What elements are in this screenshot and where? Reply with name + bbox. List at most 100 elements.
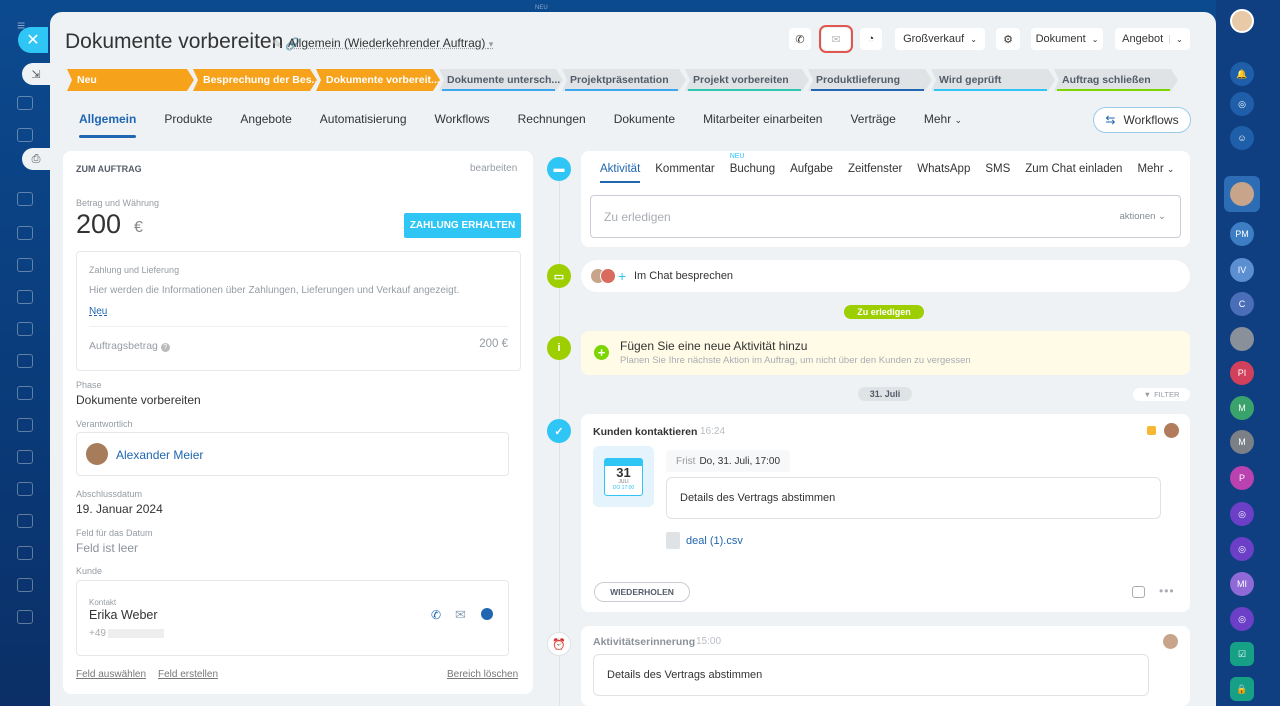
chat-avatar-1[interactable] bbox=[1230, 182, 1254, 206]
status-flag bbox=[1147, 426, 1156, 435]
info-icon: i bbox=[547, 336, 571, 360]
sign-icon[interactable] bbox=[17, 514, 33, 528]
tab-produkte[interactable]: Produkte bbox=[164, 112, 212, 132]
chat-avatar-m2[interactable]: M bbox=[1230, 430, 1254, 454]
todo-input[interactable]: Zu erledigen aktionen ⌄ bbox=[590, 195, 1181, 238]
contact-call-icon[interactable]: ✆ bbox=[431, 608, 441, 622]
document-icon[interactable] bbox=[17, 192, 33, 206]
print-tab[interactable]: ⎙ bbox=[22, 148, 50, 170]
tab-allgemein[interactable]: Allgemein bbox=[79, 112, 137, 138]
messenger-icon[interactable]: ☺ bbox=[1230, 126, 1254, 150]
filter-icon[interactable] bbox=[17, 418, 33, 432]
ttab-whatsapp[interactable]: WhatsApp bbox=[917, 163, 970, 175]
chat-avatar-m1[interactable]: M bbox=[1230, 396, 1254, 420]
chat-avatar-pm[interactable]: PM bbox=[1230, 222, 1254, 246]
contact-chat-icon[interactable] bbox=[481, 608, 493, 620]
ttab-aufgabe[interactable]: Aufgabe bbox=[790, 163, 833, 175]
payment-received-button[interactable]: ZAHLUNG ERHALTEN bbox=[404, 213, 521, 238]
repeat-button[interactable]: WIEDERHOLEN bbox=[594, 582, 690, 602]
notifications-icon[interactable]: 🔔 bbox=[1230, 62, 1254, 86]
shop-icon[interactable] bbox=[17, 450, 33, 464]
contact-label: Kontakt bbox=[89, 598, 117, 607]
ttab-zeitfenster[interactable]: Zeitfenster bbox=[848, 163, 902, 175]
description-box[interactable]: Details des Vertrags abstimmen bbox=[666, 477, 1161, 519]
ttab-aktivitaet[interactable]: Aktivität bbox=[600, 163, 641, 183]
amount-value: 200 bbox=[76, 209, 122, 239]
chat-icon[interactable] bbox=[17, 290, 33, 304]
task-icon[interactable]: ☑ bbox=[1230, 642, 1254, 666]
channel-icon-2[interactable]: ◎ bbox=[1230, 537, 1254, 561]
activity-title[interactable]: Kunden kontaktieren bbox=[593, 426, 697, 438]
activity-icon[interactable] bbox=[17, 96, 33, 110]
responsible-name[interactable]: Alexander Meier bbox=[116, 448, 203, 462]
chat-avatars: + bbox=[590, 268, 626, 289]
section-header: ZUM AUFTRAG bbox=[76, 164, 142, 174]
stage-1[interactable]: Neu bbox=[67, 69, 194, 91]
tab-workflows[interactable]: Workflows bbox=[435, 112, 490, 132]
minimize-tab[interactable]: ⇲ bbox=[22, 63, 50, 85]
stage-2[interactable]: Besprechung der Bes... bbox=[193, 69, 317, 91]
settings-icon[interactable] bbox=[17, 482, 33, 496]
payment-box: Zahlung und Lieferung Hier werden die In… bbox=[76, 251, 521, 371]
close-slider-button[interactable]: ✕ bbox=[18, 27, 48, 53]
ttab-mehr[interactable]: Mehr ⌄ bbox=[1137, 163, 1174, 175]
edit-link[interactable]: bearbeiten bbox=[470, 163, 517, 174]
clear-area-link[interactable]: Bereich löschen bbox=[447, 669, 518, 680]
calendar-widget: 31 JULI DO 17:00 bbox=[593, 446, 654, 507]
add-circle-icon[interactable]: + bbox=[594, 345, 609, 360]
analytics-icon[interactable] bbox=[17, 386, 33, 400]
plus-icon: + bbox=[618, 268, 627, 284]
checklist-icon[interactable] bbox=[17, 354, 33, 368]
reminder-title: Aktivitätserinnerung bbox=[593, 636, 696, 648]
tasks-icon[interactable] bbox=[17, 128, 33, 142]
chat-discuss-card[interactable]: + Im Chat besprechen bbox=[581, 260, 1190, 292]
note-icon[interactable] bbox=[1132, 586, 1145, 598]
select-field-link[interactable]: Feld auswählen bbox=[76, 669, 146, 680]
chat-avatar-pi[interactable]: PI bbox=[1230, 361, 1254, 385]
contact-email-icon[interactable]: ✉ bbox=[455, 607, 466, 623]
file-attachment[interactable]: deal (1).csv bbox=[666, 532, 743, 549]
chat-avatar-2[interactable] bbox=[1230, 327, 1254, 351]
create-field-link[interactable]: Feld erstellen bbox=[158, 669, 218, 680]
database-icon[interactable] bbox=[17, 546, 33, 560]
chevron-down-icon: ▾ bbox=[488, 39, 494, 49]
tab-angebote[interactable]: Angebote bbox=[240, 112, 291, 132]
calendar-icon[interactable] bbox=[17, 322, 33, 336]
ttab-chat-einladen[interactable]: Zum Chat einladen bbox=[1025, 163, 1122, 175]
stage-3[interactable]: Dokumente vorbereit... bbox=[316, 69, 440, 91]
crm-icon[interactable] bbox=[17, 258, 33, 272]
payment-new-link[interactable]: Neu bbox=[89, 306, 107, 317]
storage-icon[interactable] bbox=[17, 578, 33, 592]
ttab-kommentar[interactable]: Kommentar bbox=[655, 163, 714, 175]
calendar-sub: DO 17:00 bbox=[612, 485, 635, 491]
left-navigation: ≡ bbox=[0, 0, 50, 706]
copilot-icon[interactable]: ◎ bbox=[1230, 92, 1254, 116]
chat-avatar-c[interactable]: C bbox=[1230, 292, 1254, 316]
edit-pencil-icon[interactable]: ✎ bbox=[272, 37, 282, 51]
chat-dot-icon: ▭ bbox=[547, 264, 571, 288]
pipeline-selector[interactable]: Allgemein (Wiederkehrender Auftrag) ▾ bbox=[288, 36, 493, 50]
lock-icon[interactable]: 🔒 bbox=[1230, 677, 1254, 701]
reminder-description: Details des Vertrags abstimmen bbox=[607, 669, 763, 681]
chat-avatar-iv[interactable]: IV bbox=[1230, 258, 1254, 282]
deadline-chip[interactable]: Frist Do, 31. Juli, 17:00 bbox=[666, 450, 791, 472]
channel-icon-3[interactable]: ◎ bbox=[1230, 607, 1254, 631]
contact-name[interactable]: Erika Weber bbox=[89, 608, 158, 622]
filter-button[interactable]: ▼ FILTER bbox=[1133, 388, 1190, 401]
inbox-icon[interactable] bbox=[17, 610, 33, 624]
reminder-description-box[interactable]: Details des Vertrags abstimmen bbox=[593, 654, 1149, 696]
avatar bbox=[1163, 634, 1178, 649]
stage-label: Dokumente vorbereit... bbox=[326, 74, 440, 86]
activity-card: Kunden kontaktieren 16:24 31 JULI DO 17:… bbox=[581, 414, 1190, 612]
chat-avatar-mi[interactable]: MI bbox=[1230, 572, 1254, 596]
user-avatar[interactable] bbox=[1230, 9, 1254, 33]
chat-avatar-p[interactable]: P bbox=[1230, 466, 1254, 490]
drive-icon[interactable] bbox=[17, 226, 33, 240]
more-icon[interactable]: ••• bbox=[1159, 584, 1175, 598]
actions-dropdown[interactable]: aktionen ⌄ bbox=[1119, 211, 1166, 222]
channel-icon-1[interactable]: ◎ bbox=[1230, 502, 1254, 526]
ttab-sms[interactable]: SMS bbox=[985, 163, 1010, 175]
tab-automatisierung[interactable]: Automatisierung bbox=[320, 112, 407, 132]
stage-4[interactable]: Dokumente untersch... bbox=[439, 69, 563, 91]
ttab-buchung[interactable]: NEU Buchung bbox=[730, 153, 775, 175]
